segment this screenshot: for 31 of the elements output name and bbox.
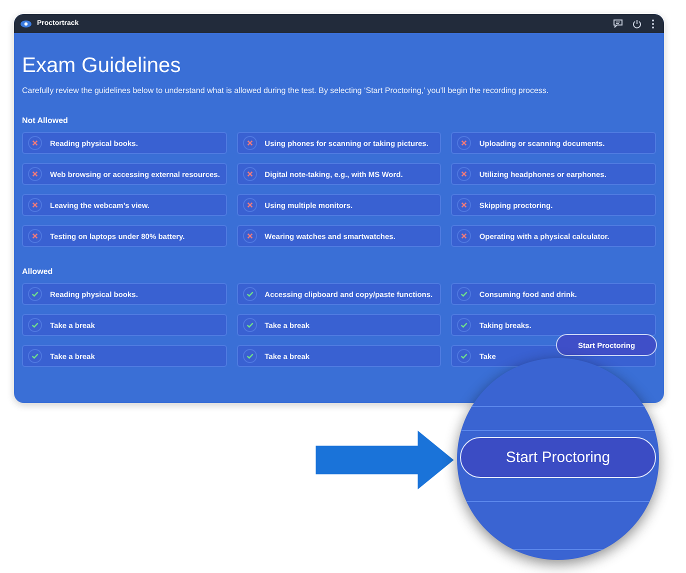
section-heading: Allowed bbox=[22, 267, 54, 276]
cross-icon bbox=[242, 167, 257, 181]
check-icon bbox=[457, 349, 472, 363]
intro-text: Carefully review the guidelines below to understand what is allowed during the test. By selecting ‘Start Proctoring,’ you’ll begin the recording process. bbox=[22, 86, 550, 96]
check-icon bbox=[242, 349, 257, 363]
more-icon[interactable] bbox=[651, 18, 655, 28]
check-icon bbox=[28, 287, 42, 301]
cross-icon bbox=[28, 229, 42, 243]
cross-icon bbox=[457, 167, 472, 181]
chat-icon[interactable] bbox=[613, 19, 623, 28]
cross-icon bbox=[28, 167, 42, 181]
cross-icon bbox=[242, 229, 257, 243]
check-icon bbox=[457, 287, 472, 301]
power-icon[interactable] bbox=[632, 18, 642, 28]
check-icon bbox=[242, 287, 257, 301]
check-icon bbox=[457, 318, 472, 332]
arrow-icon bbox=[314, 428, 456, 492]
page-title: Exam Guidelines bbox=[22, 53, 182, 79]
cross-icon bbox=[242, 198, 257, 212]
check-icon bbox=[28, 318, 42, 332]
eye-icon bbox=[20, 20, 32, 28]
cross-icon bbox=[242, 136, 257, 150]
cross-icon bbox=[28, 198, 42, 212]
start-proctoring-button-magnified[interactable]: Start Proctoring bbox=[460, 437, 656, 478]
cross-icon bbox=[457, 229, 472, 243]
section-heading: Not Allowed bbox=[22, 116, 69, 125]
cross-icon bbox=[457, 198, 472, 212]
cross-icon bbox=[457, 136, 472, 150]
check-icon bbox=[28, 349, 42, 363]
check-icon bbox=[242, 318, 257, 332]
cross-icon bbox=[28, 136, 42, 150]
